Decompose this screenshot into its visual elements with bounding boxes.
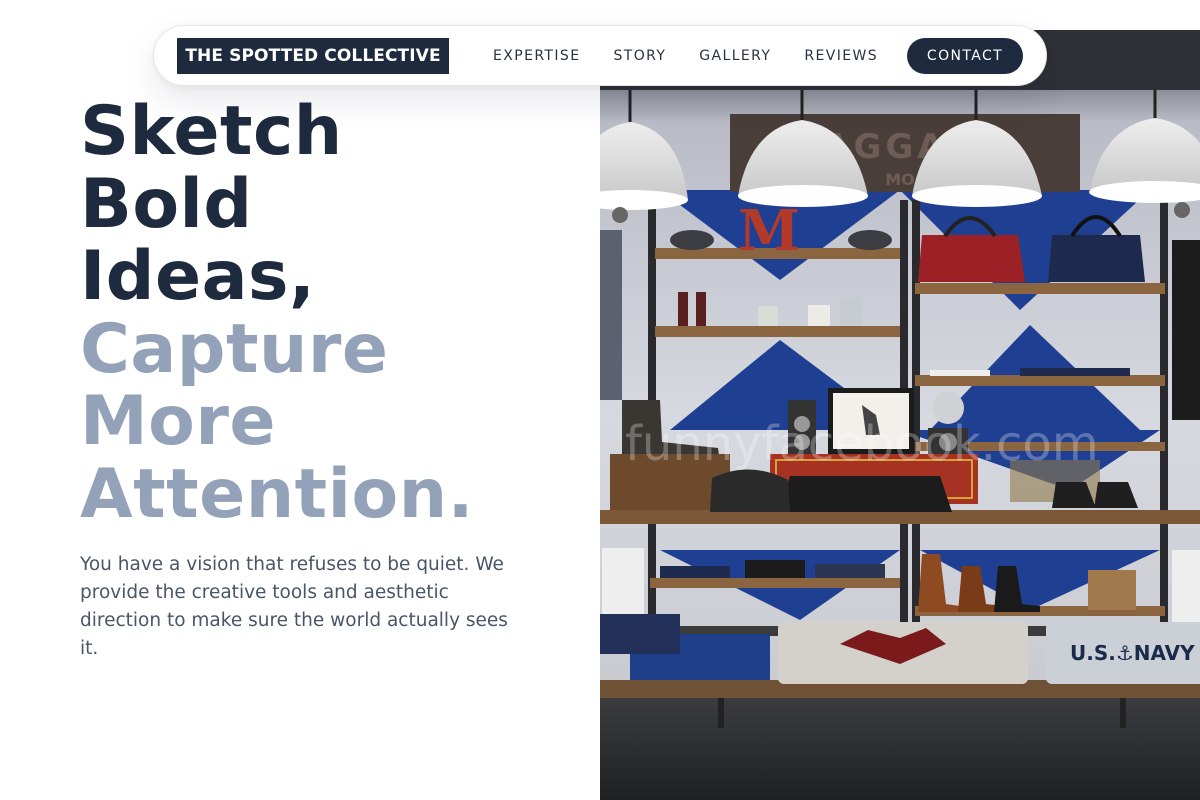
- sign-subtext: MO: [885, 170, 915, 189]
- headline-line: Bold: [80, 164, 253, 244]
- brand-logo[interactable]: THE SPOTTED COLLECTIVE: [177, 37, 449, 74]
- nav-link-story[interactable]: STORY: [613, 48, 666, 64]
- hero-description: You have a vision that refuses to be qui…: [80, 554, 508, 659]
- hero-headline: Sketch Bold Ideas, Capture More Attentio…: [80, 92, 600, 534]
- headline-line: Ideas,: [80, 237, 316, 316]
- image-watermark: funnyfacebook.com: [625, 416, 1099, 472]
- headline-line: Sketch: [80, 92, 343, 171]
- decor-letter: M: [738, 198, 800, 264]
- nav-link-reviews[interactable]: REVIEWS: [804, 48, 878, 64]
- headline-line-accent: Attention.: [80, 454, 474, 534]
- blanket-text: U.S.⚓NAVY: [1070, 641, 1195, 665]
- nav-link-expertise[interactable]: EXPERTISE: [493, 48, 580, 64]
- navbar: THE SPOTTED COLLECTIVE EXPERTISE STORY G…: [153, 25, 1047, 86]
- headline-line-accent: Capture: [80, 309, 389, 389]
- hero-image: BAGGAGE MO M U.S.⚓NAVY funnyfacebook.com: [600, 30, 1200, 800]
- nav-link-gallery[interactable]: GALLERY: [699, 48, 771, 64]
- nav-links: EXPERTISE STORY GALLERY REVIEWS: [493, 48, 878, 64]
- headline-line-accent: More: [80, 382, 277, 461]
- contact-button[interactable]: CONTACT: [907, 37, 1023, 74]
- page: THE SPOTTED COLLECTIVE EXPERTISE STORY G…: [0, 0, 1200, 800]
